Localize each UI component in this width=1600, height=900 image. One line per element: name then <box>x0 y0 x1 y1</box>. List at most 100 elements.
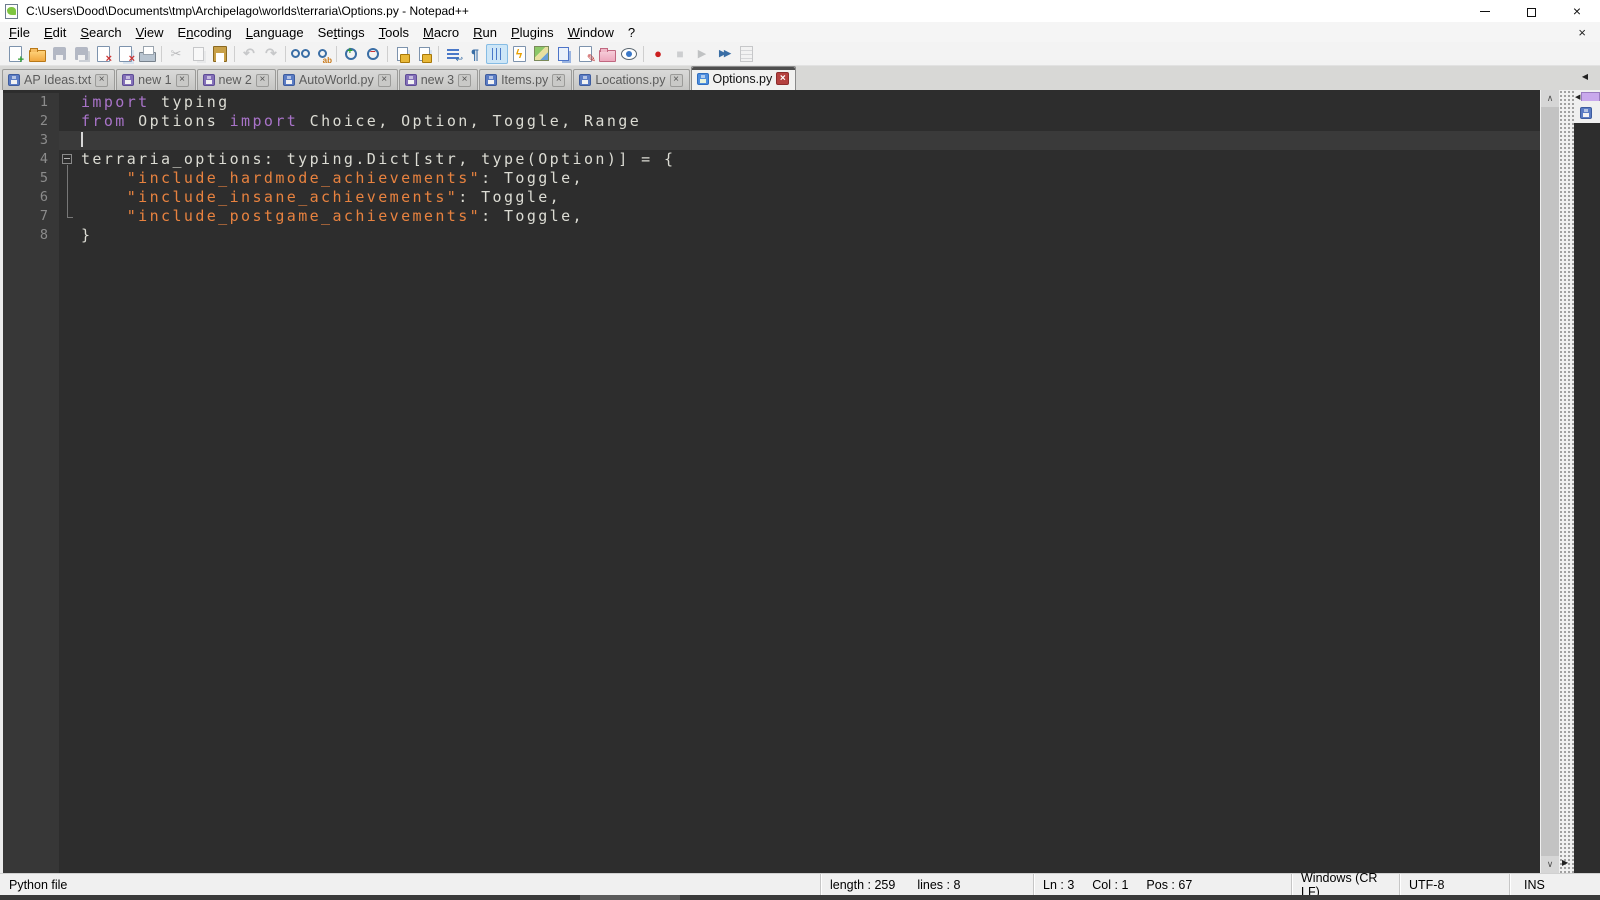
code-line[interactable]: 8} <box>3 226 1540 245</box>
toolbar-separator <box>643 45 644 62</box>
tab-items-py[interactable]: Items.py × <box>479 69 573 90</box>
function-list-icon[interactable] <box>508 44 530 64</box>
code-line[interactable]: 5 "include_hardmode_achievements": Toggl… <box>3 169 1540 188</box>
close-button[interactable]: × <box>1554 0 1600 22</box>
code-text[interactable] <box>79 131 1540 150</box>
show-all-characters-icon[interactable] <box>464 44 486 64</box>
menu-encoding[interactable]: Encoding <box>171 23 239 42</box>
menu-search[interactable]: Search <box>73 23 128 42</box>
code-line[interactable]: 4 terraria_options: typing.Dict[str, type… <box>3 150 1540 169</box>
word-wrap-icon[interactable] <box>442 44 464 65</box>
editor-background[interactable] <box>59 245 1540 873</box>
open-file-icon[interactable] <box>26 44 48 64</box>
menu-run[interactable]: Run <box>466 23 504 42</box>
tab-close-button[interactable]: × <box>669 73 683 87</box>
code-line[interactable]: 7 "include_postgame_achievements": Toggl… <box>3 207 1540 226</box>
code-text[interactable]: "include_hardmode_achievements": Toggle, <box>79 169 1540 188</box>
code-line[interactable]: 3 <box>3 131 1540 150</box>
minimize-button[interactable] <box>1462 0 1508 22</box>
status-lines: lines : 8 <box>917 877 961 892</box>
secondary-tab-partial[interactable] <box>1574 103 1600 123</box>
fold-line <box>67 169 68 188</box>
menu-window[interactable]: Window <box>561 23 621 42</box>
tab-new-2[interactable]: new 2 × <box>196 69 276 90</box>
code-text[interactable]: "include_postgame_achievements": Toggle, <box>79 207 1540 226</box>
notepad-plus-plus-window: C:\Users\Dood\Documents\tmp\Archipelago\… <box>0 0 1600 900</box>
fold-margin <box>59 207 79 226</box>
tab-scroll-left-icon[interactable]: ◀ <box>1574 93 1581 101</box>
code-line[interactable]: 2 from Options import Choice, Option, Tog… <box>3 112 1540 131</box>
menu-edit[interactable]: Edit <box>37 23 73 42</box>
menu-settings[interactable]: Settings <box>311 23 372 42</box>
paste-icon[interactable] <box>209 44 231 64</box>
tab-close-button[interactable]: × <box>175 73 189 87</box>
menu-file[interactable]: File <box>2 23 37 42</box>
macro-record-icon[interactable] <box>647 44 669 64</box>
code-text[interactable]: } <box>79 226 1540 245</box>
edit-file-icon[interactable] <box>574 44 596 65</box>
code-text[interactable]: "include_insane_achievements": Toggle, <box>79 188 1540 207</box>
status-eol-format[interactable]: Windows (CR LF) <box>1292 871 1400 899</box>
monitoring-icon[interactable] <box>618 44 640 64</box>
sync-vertical-icon[interactable] <box>391 44 413 64</box>
menu-plugins[interactable]: Plugins <box>504 23 561 42</box>
code-line[interactable]: 1 import typing <box>3 93 1540 112</box>
document-map-icon[interactable] <box>530 44 552 64</box>
scrollbar-track[interactable] <box>1541 107 1559 856</box>
restore-button[interactable] <box>1508 0 1554 22</box>
scroll-down-button[interactable]: ∨ <box>1541 856 1559 873</box>
print-icon[interactable] <box>136 44 158 64</box>
tab-close-button[interactable]: × <box>255 73 269 87</box>
code-editor[interactable]: 1 import typing 2 from Options import Choic… <box>3 90 1540 873</box>
scroll-up-button[interactable]: ∧ <box>1541 90 1559 107</box>
status-insert-mode[interactable]: INS <box>1510 874 1600 895</box>
scrollbar-thumb[interactable] <box>1541 107 1559 856</box>
menu-macro[interactable]: Macro <box>416 23 466 42</box>
show-indent-guide-icon[interactable] <box>486 43 508 64</box>
tab-new-1[interactable]: new 1 × <box>116 69 196 90</box>
menu--[interactable]: ? <box>621 23 642 42</box>
tab-close-button[interactable]: × <box>377 73 391 87</box>
document-list-icon[interactable] <box>552 44 574 64</box>
fold-collapse-icon[interactable] <box>62 154 72 164</box>
menubar-close-button[interactable]: × <box>1574 25 1590 40</box>
tab-label: Locations.py <box>595 73 666 87</box>
line-number: 8 <box>3 226 59 245</box>
view-splitter[interactable]: ▶ <box>1559 90 1574 873</box>
macro-run-multiple-icon[interactable] <box>713 44 735 64</box>
tab-close-button[interactable]: × <box>95 73 109 87</box>
menu-view[interactable]: View <box>129 23 171 42</box>
status-encoding[interactable]: UTF-8 <box>1400 874 1510 895</box>
code-text[interactable]: import typing <box>79 93 1540 112</box>
menu-tools[interactable]: Tools <box>372 23 416 42</box>
replace-icon[interactable] <box>311 44 333 65</box>
sync-horizontal-icon[interactable] <box>413 44 435 64</box>
tab-options-py[interactable]: Options.py × <box>690 66 797 90</box>
status-doc-type: Python file <box>0 874 821 895</box>
tab-close-button[interactable]: × <box>552 73 566 87</box>
folder-as-workspace-icon[interactable] <box>596 44 618 64</box>
tab-close-button[interactable]: × <box>776 72 790 85</box>
vertical-scrollbar[interactable]: ∧ ∨ <box>1540 90 1559 873</box>
tab-close-button[interactable]: × <box>458 73 472 87</box>
zoom-out-icon[interactable] <box>362 44 384 64</box>
secondary-tab-strip: ◀ <box>1574 90 1600 103</box>
zoom-in-icon[interactable] <box>340 44 362 64</box>
fold-margin[interactable] <box>59 150 79 169</box>
tab-locations-py[interactable]: Locations.py × <box>573 69 690 90</box>
macro-save-icon <box>735 44 757 64</box>
tab-ap-ideas-txt[interactable]: AP Ideas.txt × <box>2 69 116 90</box>
code-line[interactable]: 6 "include_insane_achievements": Toggle, <box>3 188 1540 207</box>
new-file-icon[interactable] <box>4 44 26 66</box>
find-icon[interactable] <box>289 44 311 64</box>
close-icon[interactable] <box>92 44 114 65</box>
menu-language[interactable]: Language <box>239 23 311 42</box>
close-all-icon[interactable] <box>114 44 136 65</box>
tab-autoworld-py[interactable]: AutoWorld.py × <box>276 69 398 90</box>
code-text[interactable]: terraria_options: typing.Dict[str, type(… <box>79 150 1540 169</box>
status-line-number: Ln : 3 <box>1043 877 1075 892</box>
tab-scroll-left-button[interactable]: ◀ <box>1582 72 1588 81</box>
tab-new-3[interactable]: new 3 × <box>398 69 479 90</box>
code-text[interactable]: from Options import Choice, Option, Togg… <box>79 112 1540 131</box>
close-icon: × <box>1572 3 1582 19</box>
